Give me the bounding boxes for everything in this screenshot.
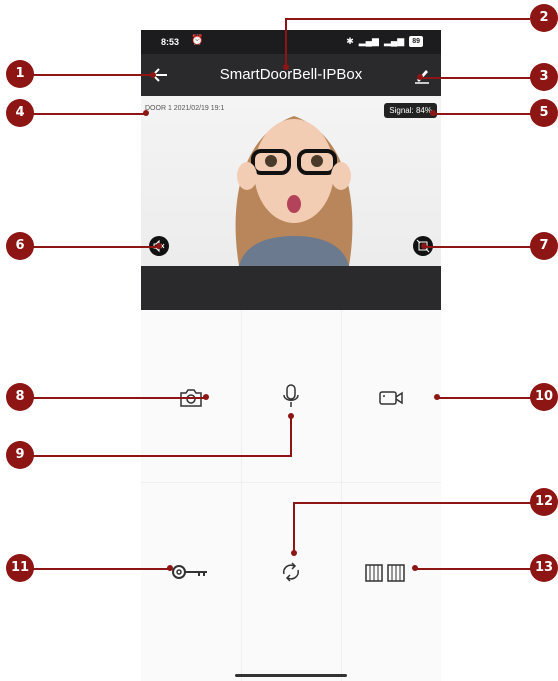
grid-divider <box>141 482 441 483</box>
callout-dot <box>421 243 427 249</box>
signal-icon-2: ▂▄▆ <box>383 36 405 46</box>
snapshot-button[interactable] <box>166 386 216 422</box>
callout-line <box>28 568 170 570</box>
callout-line <box>28 397 206 399</box>
callout-badge-12: 12 <box>530 488 558 516</box>
gate-button[interactable] <box>360 560 410 596</box>
app-bar: SmartDoorBell-IPBox <box>141 54 441 96</box>
callout-line <box>28 246 160 248</box>
callout-dot <box>288 413 294 419</box>
callout-badge-9: 9 <box>6 441 34 469</box>
callout-dot <box>417 74 423 80</box>
callout-badge-1: 1 <box>6 60 34 88</box>
callout-badge-13: 13 <box>530 554 558 582</box>
gate-icon <box>365 564 405 582</box>
callout-line <box>28 455 292 457</box>
callout-line <box>432 113 532 115</box>
callout-line <box>290 415 292 457</box>
key-icon <box>172 565 207 579</box>
callout-dot <box>283 64 289 70</box>
callout-badge-3: 3 <box>530 63 558 91</box>
microphone-icon <box>283 384 299 407</box>
callout-line <box>424 246 532 248</box>
callout-dot <box>143 110 149 116</box>
callout-badge-10: 10 <box>530 383 558 411</box>
callout-line <box>28 74 154 76</box>
unlock-button[interactable] <box>166 560 216 596</box>
grid-divider <box>241 310 242 681</box>
callout-dot <box>430 110 436 116</box>
callout-badge-5: 5 <box>530 99 558 127</box>
video-frame-person <box>235 116 353 266</box>
callout-badge-11: 11 <box>6 554 34 582</box>
callout-line <box>28 113 146 115</box>
app-title: SmartDoorBell-IPBox <box>219 66 363 83</box>
video-bottom-bar <box>141 266 441 310</box>
callout-badge-8: 8 <box>6 383 34 411</box>
callout-line <box>436 397 532 399</box>
phone-screen: 8:53 ⏰ ✱ ▂▄▆ ▂▄▆ 89 SmartDoorBell-IPBox <box>141 30 441 681</box>
callout-dot <box>412 565 418 571</box>
signal-icon: ▂▄▆ <box>358 36 379 46</box>
callout-dot <box>167 565 173 571</box>
callout-badge-7: 7 <box>530 232 558 260</box>
battery-icon: 89 <box>409 36 423 47</box>
callout-badge-4: 4 <box>6 99 34 127</box>
record-button[interactable] <box>366 386 416 422</box>
signal-badge: Signal: 84% <box>384 103 437 118</box>
callout-dot <box>291 550 297 556</box>
video-feed[interactable]: DOOR 1 2021/02/19 19:1 Signal: 84% <box>141 96 441 266</box>
home-indicator[interactable] <box>235 674 347 677</box>
callout-line <box>420 77 532 79</box>
control-panel <box>141 310 441 681</box>
callout-dot <box>156 243 162 249</box>
callout-line <box>285 18 530 20</box>
status-bar: 8:53 ⏰ ✱ ▂▄▆ ▂▄▆ 89 <box>141 30 441 54</box>
callout-line <box>293 502 531 504</box>
callout-dot <box>150 72 156 78</box>
alarm-icon: ⏰ <box>191 35 204 46</box>
status-icons: ✱ ▂▄▆ ▂▄▆ 89 <box>346 36 423 47</box>
bluetooth-icon: ✱ <box>346 36 354 46</box>
callout-dot <box>203 394 209 400</box>
callout-line <box>285 18 287 66</box>
grid-divider <box>341 310 342 681</box>
callout-dot <box>434 394 440 400</box>
callout-line <box>293 502 295 552</box>
callout-badge-6: 6 <box>6 232 34 260</box>
callout-line <box>414 568 532 570</box>
callout-badge-2: 2 <box>530 4 558 32</box>
status-time: 8:53 <box>161 37 180 47</box>
switch-button[interactable] <box>266 560 316 596</box>
switch-icon <box>283 562 299 582</box>
video-camera-icon <box>379 391 403 405</box>
video-overlay-timestamp: DOOR 1 2021/02/19 19:1 <box>145 105 225 112</box>
